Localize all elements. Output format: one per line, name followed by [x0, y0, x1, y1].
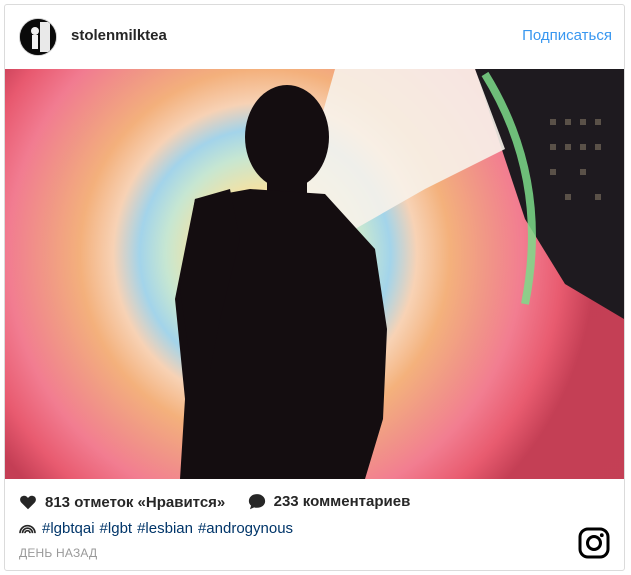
instagram-logo-icon: [578, 527, 610, 559]
hashtag-link[interactable]: #lgbt: [100, 520, 133, 537]
likes-count[interactable]: 813 отметок «Нравится»: [19, 494, 225, 511]
instagram-logo-link[interactable]: [578, 527, 610, 564]
post-header: stolenmilktea Подписаться: [5, 5, 624, 69]
avatar[interactable]: [19, 18, 57, 56]
comments-text: 233 комментариев: [273, 493, 411, 510]
likes-text: 813 отметок «Нравится»: [45, 493, 226, 511]
username-link[interactable]: stolenmilktea: [71, 27, 167, 44]
rainbow-icon: [19, 524, 36, 533]
photo-image: [5, 69, 624, 479]
hashtag-link[interactable]: #lgbtqai: [42, 520, 95, 537]
post-photo[interactable]: [5, 69, 624, 479]
hashtag-link[interactable]: #androgynous: [198, 520, 293, 537]
heart-icon[interactable]: [19, 494, 37, 510]
post-timestamp[interactable]: ДЕНЬ НАЗАД: [19, 546, 97, 560]
instagram-embed-card: stolenmilktea Подписаться 813 отметок «Н…: [4, 4, 625, 571]
post-stats: 813 отметок «Нравится» 233 комментариев: [19, 493, 410, 515]
hashtag-link[interactable]: #lesbian: [137, 520, 193, 537]
comments-count[interactable]: 233 комментариев: [248, 493, 411, 510]
avatar-image: [20, 19, 56, 55]
post-caption: #lgbtqai #lgbt #lesbian #androgynous: [19, 520, 298, 537]
follow-button[interactable]: Подписаться: [522, 27, 612, 44]
comment-bubble-icon[interactable]: [248, 493, 266, 510]
